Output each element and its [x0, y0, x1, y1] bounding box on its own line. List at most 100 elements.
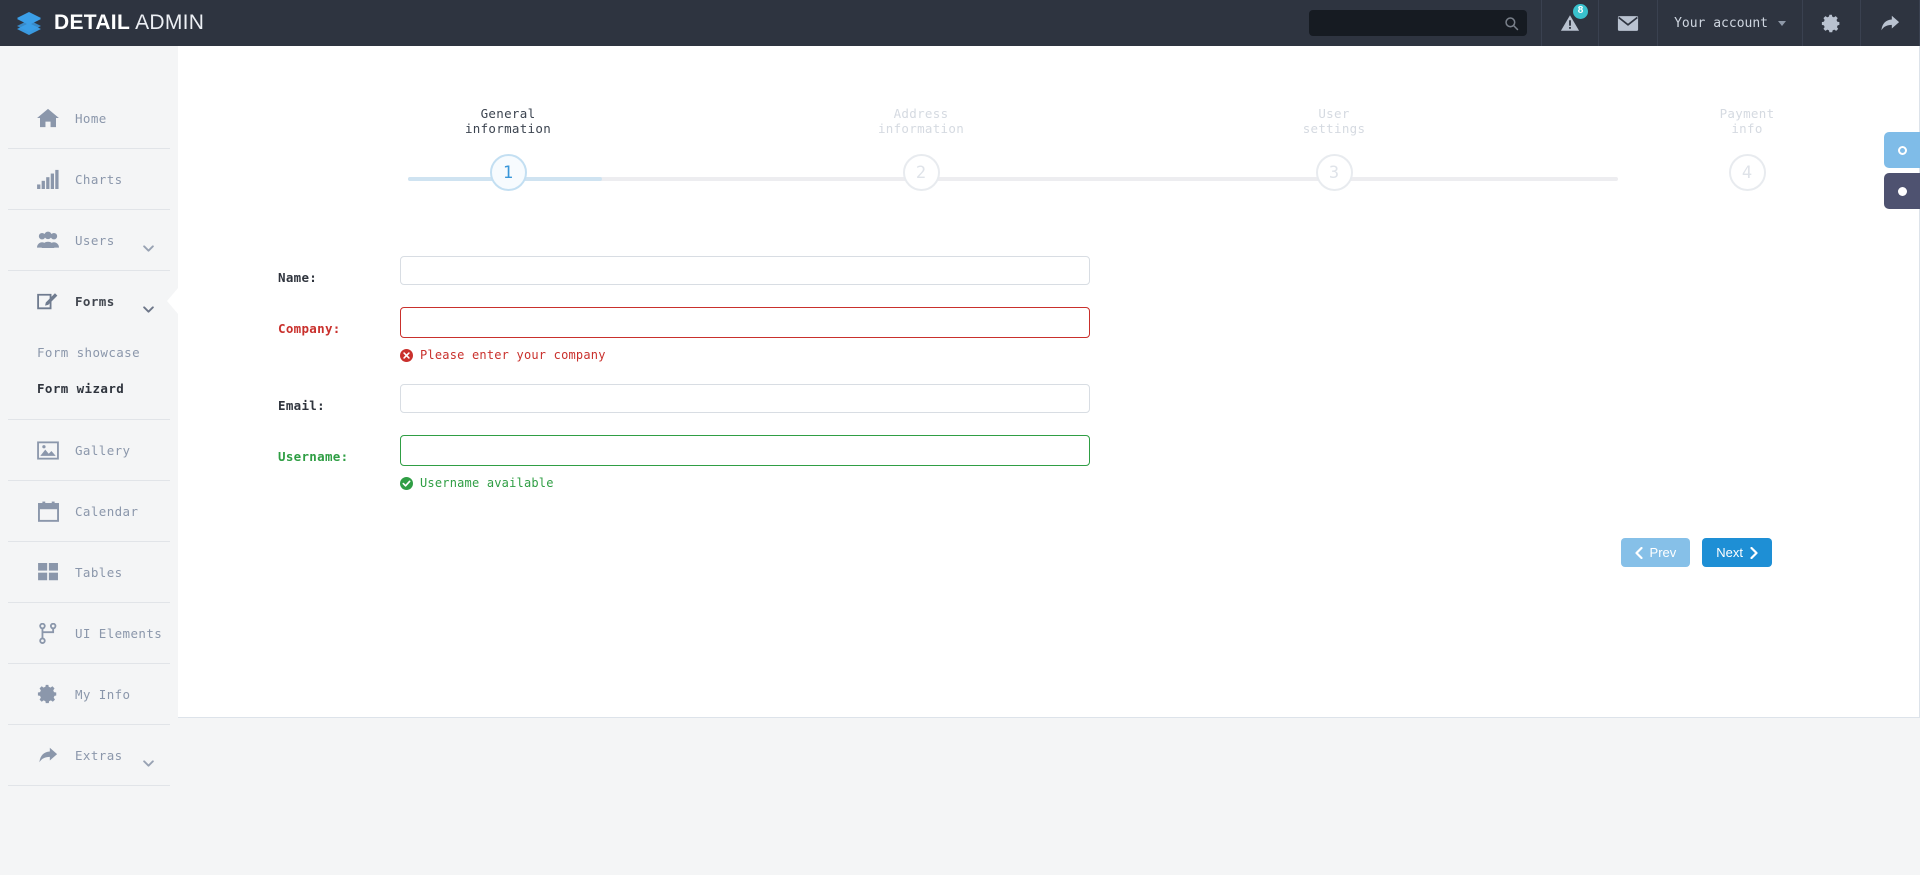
theme-toggle-dark[interactable]	[1884, 173, 1920, 209]
sidebar-label-calendar: Calendar	[75, 503, 139, 519]
next-button[interactable]: Next	[1702, 538, 1772, 567]
chevron-down-icon[interactable]	[143, 752, 154, 767]
wizard-step-4[interactable]: Payment info 4	[1672, 106, 1822, 191]
sidebar-item-calendar[interactable]: Calendar	[8, 481, 170, 541]
chevron-right-icon	[1750, 546, 1758, 559]
search-container	[1295, 0, 1541, 46]
brand-title-bold: DETAIL	[54, 11, 131, 34]
sidebar-subitem-form-wizard[interactable]: Form wizard	[8, 371, 170, 407]
sidebar-label-my-info: My Info	[75, 686, 131, 702]
wizard-step-4-title: Payment info	[1719, 106, 1775, 136]
label-name: Name:	[278, 270, 318, 285]
field-row-username: Username: Username available	[178, 435, 1919, 490]
sidebar-submenu-forms: Form showcase Form wizard	[8, 331, 170, 419]
pencil-square-icon	[37, 290, 59, 312]
sidebar-label-users: Users	[75, 232, 115, 248]
prev-button[interactable]: Prev	[1620, 538, 1691, 567]
brand-title-light: ADMIN	[135, 11, 205, 34]
sidebar-row-forms: Forms Form showcase Form wizard	[8, 271, 178, 420]
prev-button-label: Prev	[1649, 545, 1677, 560]
sidebar-label-forms: Forms	[75, 293, 115, 309]
sidebar-nav: Home Charts Users Forms Form showcase Fo…	[0, 46, 189, 786]
sidebar-item-charts[interactable]: Charts	[8, 149, 170, 209]
account-menu[interactable]: Your account	[1657, 0, 1802, 46]
sidebar-row-users: Users	[8, 210, 170, 271]
sidebar-item-forms[interactable]: Forms	[8, 271, 178, 331]
alerts-button[interactable]: 8	[1541, 0, 1598, 46]
field-row-name: Name:	[178, 256, 1919, 285]
sidebar-row-extras: Extras	[8, 725, 170, 786]
wizard-step-3-number: 3	[1315, 154, 1353, 191]
chevron-down-icon[interactable]	[143, 237, 154, 252]
float-toggle-group	[1884, 132, 1920, 209]
top-bar: DETAIL ADMIN 8 Your account	[0, 0, 1920, 46]
wizard-form: Name: Company: Please enter your company	[178, 216, 1919, 567]
sidebar-label-ui-elements: UI Elements	[75, 625, 163, 641]
wizard-step-1-title: General information	[464, 106, 552, 136]
brand-title: DETAIL ADMIN	[54, 11, 204, 35]
sidebar-row-charts: Charts	[8, 149, 170, 210]
sidebar-label-extras: Extras	[75, 747, 123, 763]
form-wizard: General information 1 Address informatio…	[178, 46, 1919, 216]
next-button-label: Next	[1716, 545, 1743, 560]
sidebar-row-home: Home	[8, 88, 170, 149]
sidebar-item-my-info[interactable]: My Info	[8, 664, 170, 724]
wizard-button-bar: Prev Next	[178, 538, 1919, 567]
name-input[interactable]	[400, 256, 1090, 285]
control-company: Please enter your company	[400, 307, 1090, 362]
grid-icon	[37, 561, 59, 583]
sidebar: Home Charts Users Forms Form showcase Fo…	[0, 46, 189, 875]
sidebar-row-my-info: My Info	[8, 664, 170, 725]
email-input[interactable]	[400, 384, 1090, 413]
wizard-step-2-title: Address information	[877, 106, 965, 136]
chevron-down-icon[interactable]	[143, 298, 154, 313]
wizard-step-2-number: 2	[902, 154, 940, 191]
wizard-track	[408, 177, 1618, 181]
sidebar-row-calendar: Calendar	[8, 481, 170, 542]
error-circle-icon	[400, 348, 413, 362]
username-input[interactable]	[400, 435, 1090, 466]
chevron-down-icon	[1778, 20, 1786, 26]
chevron-left-icon	[1634, 546, 1643, 559]
sidebar-item-users[interactable]: Users	[8, 210, 170, 270]
username-success-text: Username available	[420, 476, 554, 490]
account-label: Your account	[1674, 15, 1768, 31]
search-icon[interactable]	[1504, 16, 1519, 31]
sitemap-icon	[37, 622, 59, 644]
search-box[interactable]	[1309, 10, 1528, 36]
image-icon	[37, 439, 59, 461]
wizard-step-1-number: 1	[489, 154, 527, 191]
theme-toggle-light[interactable]	[1884, 132, 1920, 168]
circle-filled-icon	[1897, 186, 1907, 196]
layers-icon	[16, 10, 42, 36]
field-row-email: Email:	[178, 384, 1919, 413]
logout-button[interactable]	[1860, 0, 1920, 46]
control-email	[400, 384, 1090, 413]
sidebar-subitem-form-showcase[interactable]: Form showcase	[8, 335, 170, 371]
sidebar-label-gallery: Gallery	[75, 442, 131, 458]
settings-button[interactable]	[1802, 0, 1860, 46]
top-bar-spacer	[340, 0, 1295, 46]
bars-icon	[37, 168, 59, 190]
alerts-badge: 8	[1573, 4, 1589, 19]
sidebar-row-tables: Tables	[8, 542, 170, 603]
sidebar-label-tables: Tables	[75, 564, 123, 580]
forward-arrow-icon	[37, 744, 59, 766]
gear-icon	[37, 683, 59, 705]
sidebar-label-charts: Charts	[75, 171, 123, 187]
wizard-step-4-number: 4	[1728, 154, 1766, 191]
brand-logo[interactable]: DETAIL ADMIN	[0, 0, 340, 46]
search-input[interactable]	[1317, 16, 1505, 30]
company-input[interactable]	[400, 307, 1090, 338]
sidebar-row-gallery: Gallery	[8, 420, 170, 481]
sidebar-item-ui-elements[interactable]: UI Elements	[8, 603, 189, 663]
control-username: Username available	[400, 435, 1090, 490]
label-company: Company:	[278, 321, 341, 336]
sidebar-item-tables[interactable]: Tables	[8, 542, 170, 602]
content-panel: General information 1 Address informatio…	[178, 46, 1920, 718]
home-icon	[37, 107, 59, 129]
sidebar-item-gallery[interactable]: Gallery	[8, 420, 170, 480]
messages-button[interactable]	[1598, 0, 1657, 46]
sidebar-item-extras[interactable]: Extras	[8, 725, 170, 785]
sidebar-item-home[interactable]: Home	[8, 88, 170, 148]
